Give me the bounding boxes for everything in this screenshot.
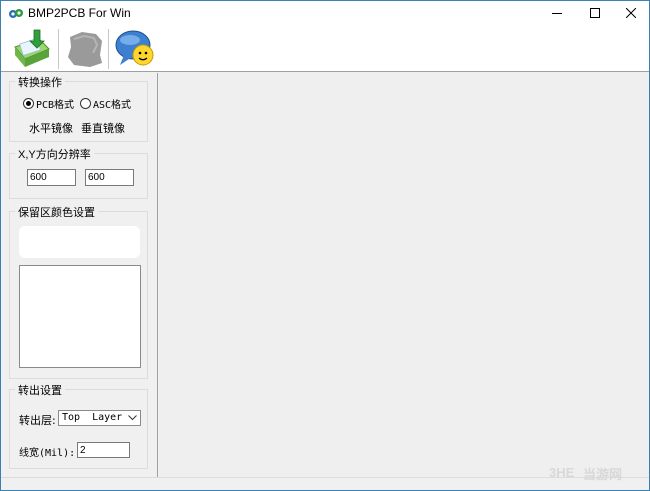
pcb-format-label: PCB格式 <box>36 100 75 111</box>
pcb-format-radio[interactable]: PCB格式 <box>23 96 74 111</box>
toolbar <box>1 25 649 72</box>
radio-selected-icon <box>23 98 34 109</box>
color-list[interactable] <box>19 265 141 368</box>
output-settings-group: 转出设置 转出层: Top Layer 线宽(Mil): 2 <box>9 382 148 469</box>
chevron-down-icon <box>126 411 139 425</box>
minimize-icon <box>552 13 562 14</box>
maximize-icon <box>590 8 600 18</box>
folder-arrow-icon <box>14 29 50 67</box>
color-swatch[interactable] <box>19 226 140 258</box>
watermark-text: 当游网 <box>583 468 623 483</box>
watermark: 3HE 当游网 <box>549 463 641 483</box>
close-button[interactable] <box>609 1 649 25</box>
retain-color-group: 保留区颜色设置 <box>9 204 148 379</box>
convert-operations-title: 转换操作 <box>15 74 65 90</box>
asc-format-label: ASC格式 <box>93 100 132 111</box>
workspace-canvas[interactable] <box>159 73 649 477</box>
app-window: BMP2PCB For Win 转换操作 PCB格式 ASC格式 水平镜像 垂直… <box>0 0 650 491</box>
output-layer-value: Top Layer <box>62 412 123 423</box>
resolution-group: X,Y方向分辨率 600 600 <box>9 146 148 199</box>
resolution-title: X,Y方向分辨率 <box>15 146 94 162</box>
convert-operations-group: 转换操作 PCB格式 ASC格式 水平镜像 垂直镜像 <box>9 74 148 142</box>
line-width-label: 线宽(Mil): <box>19 448 76 459</box>
x-resolution-input[interactable]: 600 <box>27 169 76 186</box>
asc-format-radio[interactable]: ASC格式 <box>80 96 131 111</box>
svg-text:3HE: 3HE <box>549 465 575 480</box>
window-title: BMP2PCB For Win <box>28 6 131 20</box>
output-layer-select[interactable]: Top Layer <box>58 410 141 426</box>
output-layer-label: 转出层: <box>19 414 56 427</box>
vertical-mirror-button[interactable]: 垂直镜像 <box>81 120 125 136</box>
horizontal-mirror-button[interactable]: 水平镜像 <box>29 120 73 136</box>
settings-panel: 转换操作 PCB格式 ASC格式 水平镜像 垂直镜像 X,Y方向分辨率 600 … <box>1 73 158 477</box>
close-icon <box>626 8 636 18</box>
about-button[interactable] <box>112 27 158 70</box>
gray-blob-icon <box>68 32 102 67</box>
retain-color-title: 保留区颜色设置 <box>15 204 98 220</box>
open-bitmap-button[interactable] <box>9 27 55 70</box>
title-bar: BMP2PCB For Win <box>1 1 649 25</box>
toolbar-separator <box>108 29 109 69</box>
app-icon <box>9 9 23 18</box>
toolbar-separator <box>58 29 59 69</box>
line-width-input[interactable]: 2 <box>77 442 130 458</box>
smiley-chat-icon <box>115 30 154 66</box>
radio-unselected-icon <box>80 98 91 109</box>
convert-button[interactable] <box>62 27 108 70</box>
y-resolution-input[interactable]: 600 <box>85 169 134 186</box>
output-settings-title: 转出设置 <box>15 382 65 398</box>
